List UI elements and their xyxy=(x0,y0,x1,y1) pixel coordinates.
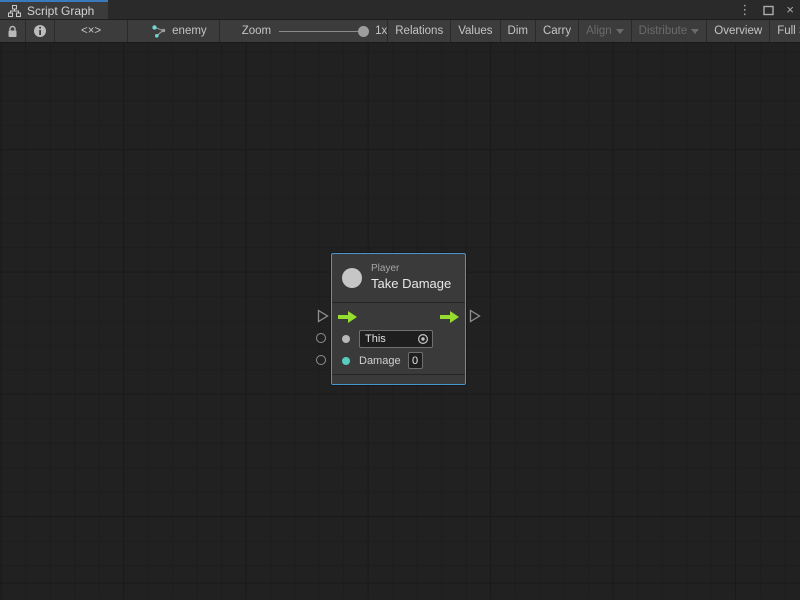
this-field-label: This xyxy=(365,333,417,345)
take-damage-node-group: Player Take Damage xyxy=(331,253,466,385)
this-input-port[interactable] xyxy=(316,333,326,343)
values-label: Values xyxy=(458,25,492,37)
damage-row: Damage 0 xyxy=(332,350,465,372)
take-damage-node[interactable]: Player Take Damage xyxy=(331,253,466,385)
graph-hierarchy-icon xyxy=(8,5,21,17)
node-subtitle: Player xyxy=(371,263,451,276)
damage-input-port[interactable] xyxy=(316,355,326,365)
zoom-label: Zoom xyxy=(242,25,271,37)
flow-row xyxy=(332,306,465,328)
fullscreen-button[interactable]: Full Screen xyxy=(769,20,800,42)
graph-toolbar: <×> enemy Zoom 1x Relations Values Dim xyxy=(0,20,800,43)
node-header[interactable]: Player Take Damage xyxy=(332,254,465,302)
carry-label: Carry xyxy=(543,25,571,37)
breadcrumb-label: enemy xyxy=(172,25,207,37)
flow-output-port[interactable] xyxy=(469,309,481,323)
flow-out-arrow-icon[interactable] xyxy=(440,311,459,323)
carry-button[interactable]: Carry xyxy=(535,20,578,42)
zoom-slider-handle[interactable] xyxy=(358,26,369,37)
graph-canvas[interactable]: Player Take Damage xyxy=(0,43,800,599)
lock-icon xyxy=(7,25,18,38)
breadcrumb[interactable]: enemy xyxy=(142,20,220,42)
window-tab-bar: Script Graph ⋮ × xyxy=(0,0,800,20)
code-preview-button[interactable]: <×> xyxy=(55,20,128,42)
overview-label: Overview xyxy=(714,25,762,37)
align-button: Align xyxy=(578,20,631,42)
values-button[interactable]: Values xyxy=(450,20,499,42)
player-sphere-icon xyxy=(342,268,362,288)
this-object-field[interactable]: This xyxy=(359,330,433,348)
maximize-icon[interactable] xyxy=(763,5,774,16)
relations-button[interactable]: Relations xyxy=(387,20,450,42)
lock-button[interactable] xyxy=(0,20,26,42)
object-picker-icon[interactable] xyxy=(417,333,429,345)
this-row: This xyxy=(332,328,465,350)
dim-button[interactable]: Dim xyxy=(500,20,535,42)
distribute-label: Distribute xyxy=(639,25,688,37)
node-body: This Damage 0 xyxy=(332,303,465,374)
dropdown-arrow-icon xyxy=(616,29,624,34)
flow-input-port[interactable] xyxy=(317,309,329,323)
dim-label: Dim xyxy=(508,25,528,37)
tab-title: Script Graph xyxy=(27,4,94,18)
zoom-control: Zoom 1x xyxy=(242,20,388,42)
graph-asset-icon xyxy=(152,25,167,38)
overview-button[interactable]: Overview xyxy=(706,20,769,42)
flow-in-arrow-icon[interactable] xyxy=(338,311,357,323)
align-label: Align xyxy=(586,25,612,37)
code-preview-label: <×> xyxy=(81,25,101,37)
this-port-dot[interactable] xyxy=(342,335,350,343)
node-title: Take Damage xyxy=(371,276,451,292)
distribute-button: Distribute xyxy=(631,20,707,42)
node-footer xyxy=(332,374,465,385)
fullscreen-label: Full Screen xyxy=(777,25,800,37)
damage-value-field[interactable]: 0 xyxy=(408,352,423,369)
tab-script-graph[interactable]: Script Graph xyxy=(0,0,108,19)
damage-port-dot[interactable] xyxy=(342,357,350,365)
window-controls: ⋮ × xyxy=(738,0,794,20)
info-icon xyxy=(33,24,47,38)
window-menu-icon[interactable]: ⋮ xyxy=(738,0,751,20)
close-icon[interactable]: × xyxy=(786,0,794,20)
toolbar-buttons: Relations Values Dim Carry Align Distrib… xyxy=(387,20,800,42)
info-button[interactable] xyxy=(26,20,55,42)
zoom-value: 1x xyxy=(375,25,387,37)
relations-label: Relations xyxy=(395,25,443,37)
damage-port-label: Damage xyxy=(359,355,401,367)
zoom-slider[interactable] xyxy=(279,31,367,32)
dropdown-arrow-icon xyxy=(691,29,699,34)
